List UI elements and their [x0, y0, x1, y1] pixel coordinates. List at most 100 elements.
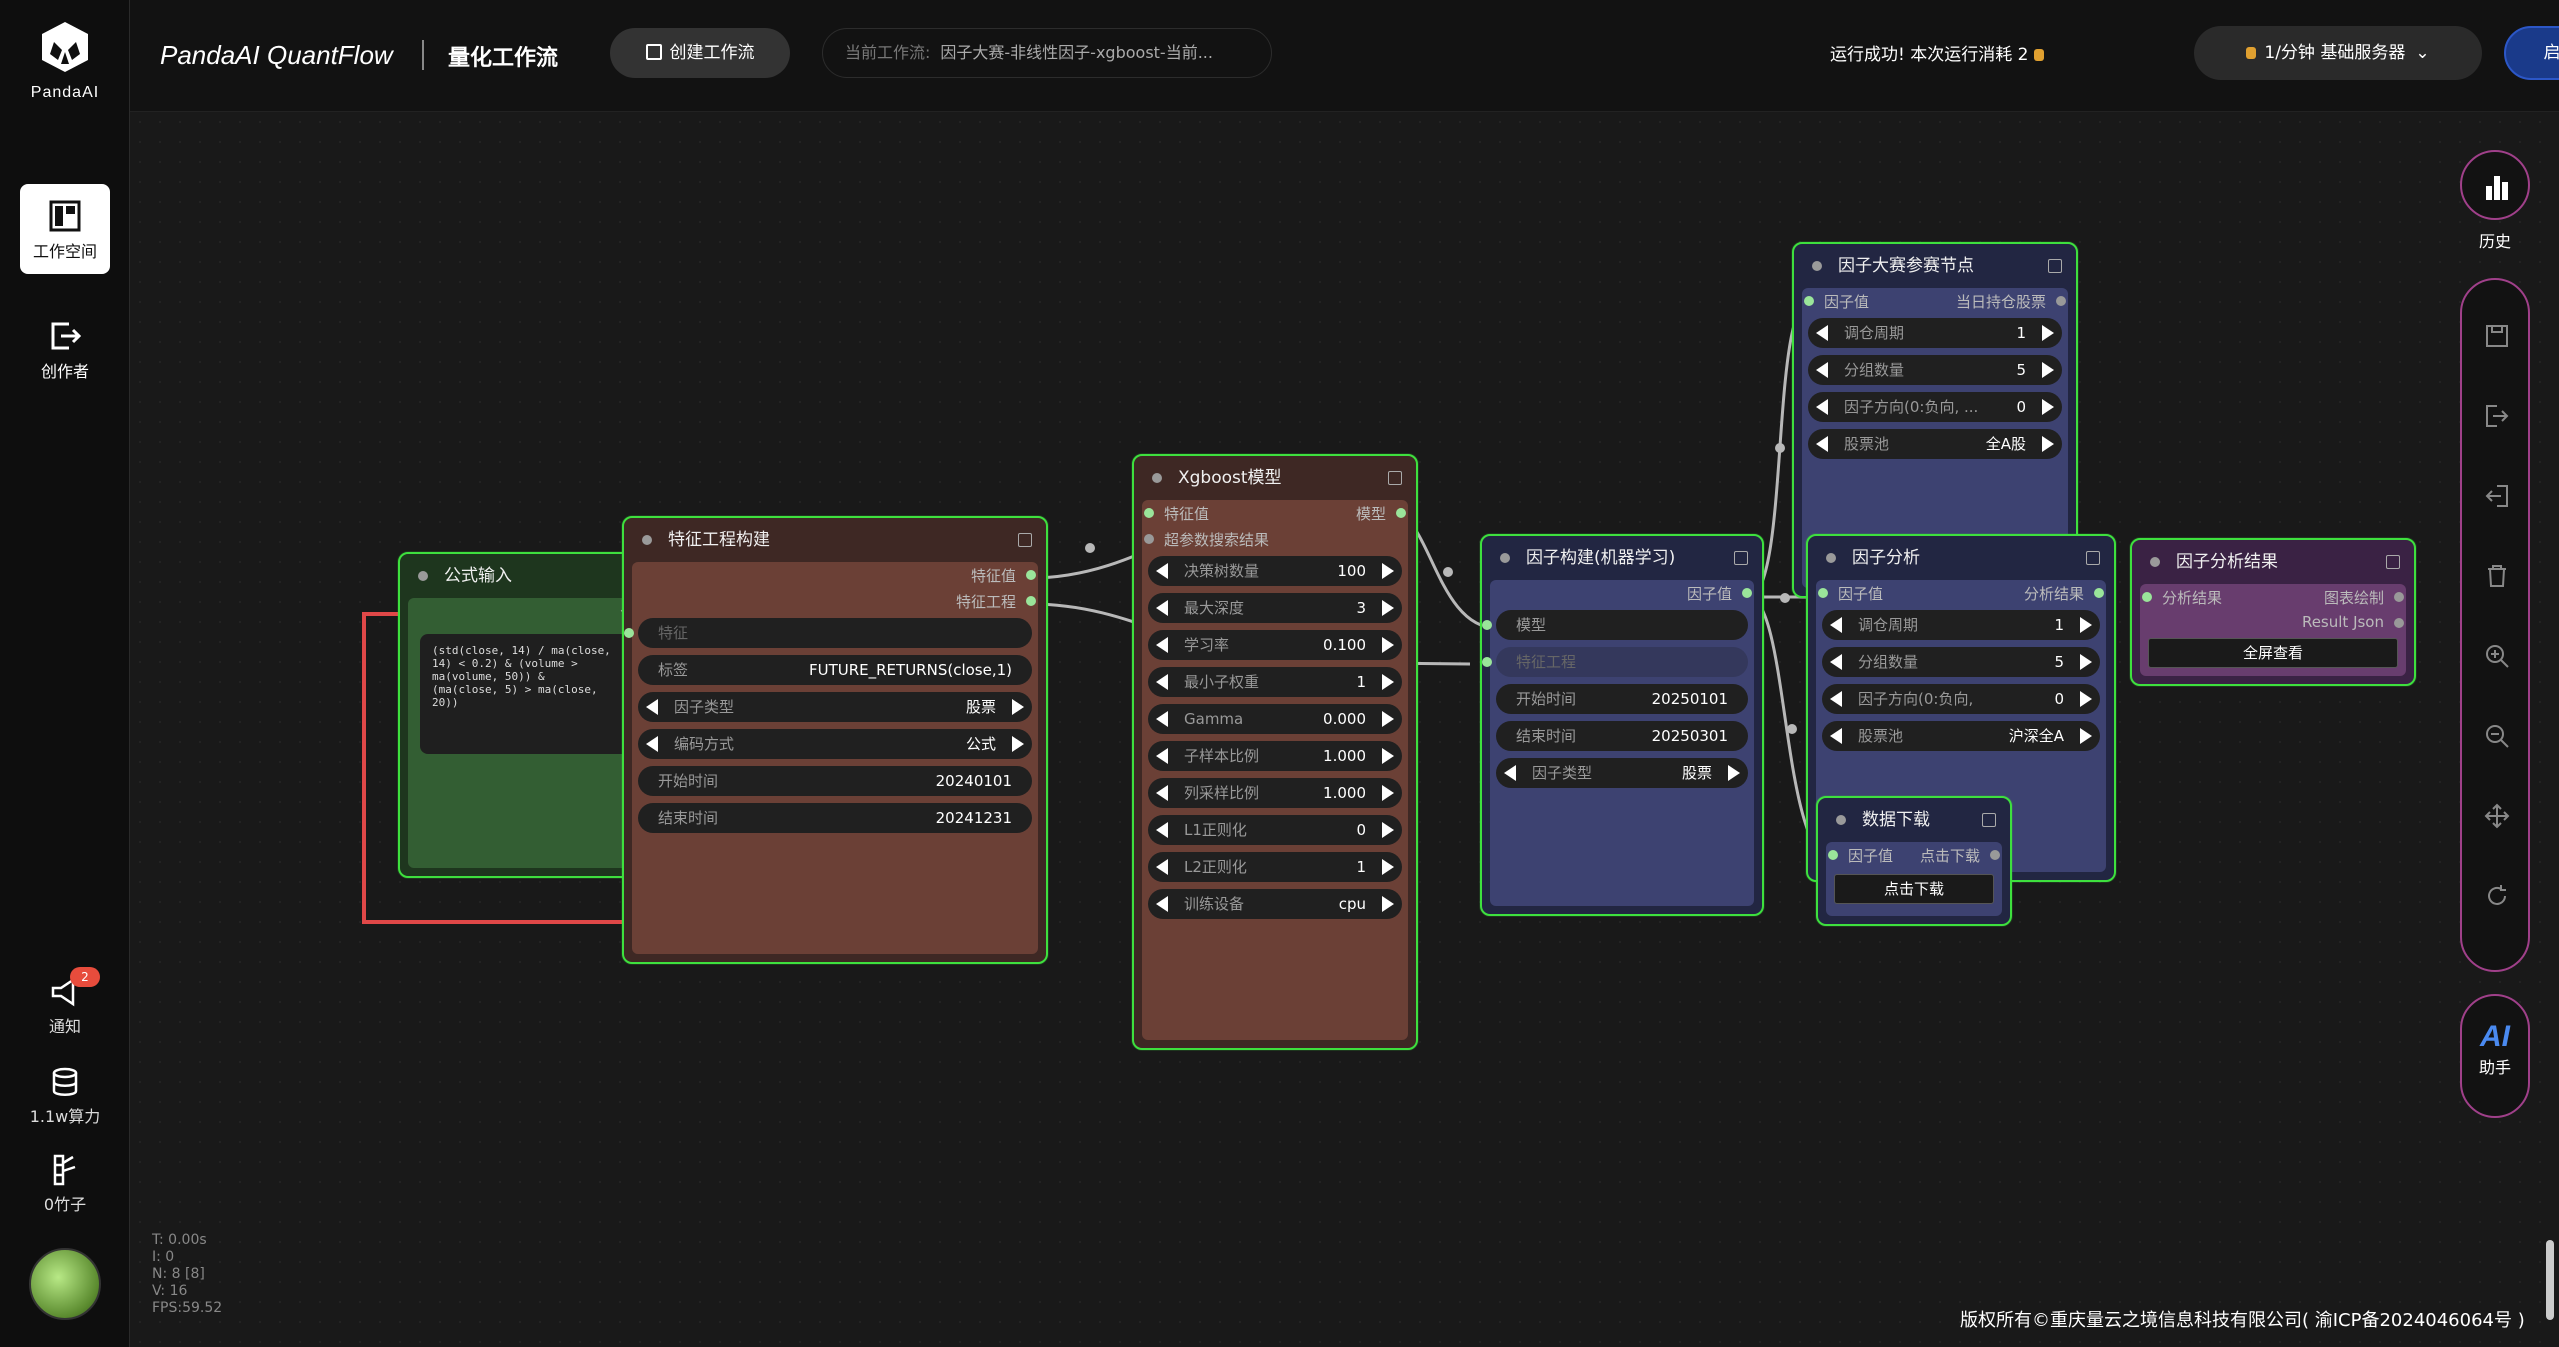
- node-factor-build-ml[interactable]: 因子构建(机器学习) 因子值 模型 特征工程 开始时间 20250101 结束时…: [1480, 534, 1764, 916]
- port-pin[interactable]: [2094, 588, 2104, 598]
- input-port-feature-engineering[interactable]: 特征工程: [1482, 647, 1748, 677]
- workflow-canvas[interactable]: 公式输入 公式 (std(close, 14) / ma(close, 14) …: [130, 112, 2559, 1347]
- arrow-right-icon[interactable]: [2080, 654, 2092, 670]
- node-xgboost-model[interactable]: Xgboost模型 特征值 模型 超参数搜索结果 决策树数量 100 最大深度 3 学习…: [1132, 454, 1418, 1050]
- user-avatar[interactable]: [29, 1248, 101, 1320]
- input-port-factor-value[interactable]: 因子值 点击下载: [1826, 842, 2002, 868]
- param-stepper[interactable]: 分组数量 5: [1822, 647, 2100, 677]
- arrow-left-icon[interactable]: [1156, 785, 1168, 801]
- arrow-right-icon[interactable]: [2080, 617, 2092, 633]
- port-pin[interactable]: [1818, 588, 1828, 598]
- bamboo-button[interactable]: 0竹子: [0, 1153, 130, 1215]
- start-date-field[interactable]: 开始时间 20250101: [1496, 684, 1748, 714]
- port-pin[interactable]: [2394, 592, 2404, 602]
- arrow-right-icon[interactable]: [1382, 637, 1394, 653]
- output-port-feature-engineering[interactable]: 特征工程: [632, 588, 1038, 614]
- encoding-combo[interactable]: 编码方式 公式: [638, 729, 1032, 759]
- edit-icon[interactable]: [2048, 259, 2062, 273]
- trash-icon[interactable]: [2483, 562, 2511, 590]
- input-port-factor-value[interactable]: 因子值 分析结果: [1816, 580, 2106, 606]
- port-pin[interactable]: [1144, 534, 1154, 544]
- port-pin[interactable]: [2394, 618, 2404, 628]
- node-data-download[interactable]: 数据下载 因子值 点击下载 点击下载: [1816, 796, 2012, 926]
- arrow-left-icon[interactable]: [646, 736, 658, 752]
- save-icon[interactable]: [2483, 322, 2511, 350]
- server-select[interactable]: 1/分钟 基础服务器 ⌄: [2194, 26, 2482, 80]
- output-port-result-json[interactable]: Result Json: [2140, 610, 2406, 636]
- logo[interactable]: PandaAI: [0, 20, 130, 102]
- output-port-feature-value[interactable]: 特征值: [632, 562, 1038, 588]
- create-workflow-button[interactable]: 创建工作流: [610, 28, 790, 78]
- param-stepper[interactable]: 分组数量 5: [1808, 355, 2062, 385]
- arrow-left-icon[interactable]: [1816, 362, 1828, 378]
- node-collapse-dot[interactable]: [1836, 815, 1846, 825]
- node-feature-engineering[interactable]: 特征工程构建 特征值 特征工程 特征 标签 FUTURE_RETURNS(clo…: [622, 516, 1048, 964]
- refresh-icon[interactable]: [2483, 882, 2511, 910]
- notice-button[interactable]: 2 通知: [0, 967, 130, 1037]
- factor-type-combo[interactable]: 因子类型 股票: [638, 692, 1032, 722]
- node-collapse-dot[interactable]: [1826, 553, 1836, 563]
- param-stepper[interactable]: 决策树数量 100: [1148, 556, 1402, 586]
- arrow-left-icon[interactable]: [1156, 859, 1168, 875]
- arrow-right-icon[interactable]: [1382, 785, 1394, 801]
- input-port-hyperparam[interactable]: 超参数搜索结果: [1142, 526, 1408, 552]
- param-stepper[interactable]: L2正则化 1: [1148, 852, 1402, 882]
- zoom-in-icon[interactable]: [2483, 642, 2511, 670]
- node-title[interactable]: 因子大赛参赛节点: [1794, 244, 2076, 288]
- move-icon[interactable]: [2483, 802, 2511, 830]
- arrow-left-icon[interactable]: [1156, 822, 1168, 838]
- arrow-right-icon[interactable]: [1382, 748, 1394, 764]
- history-button[interactable]: [2460, 150, 2530, 220]
- node-title[interactable]: 因子分析: [1808, 536, 2114, 580]
- current-workflow[interactable]: 当前工作流: 因子大赛-非线性因子-xgboost-当前...: [822, 28, 1272, 78]
- arrow-right-icon[interactable]: [1382, 822, 1394, 838]
- param-stepper[interactable]: 因子方向(0:负向, 0: [1822, 684, 2100, 714]
- param-stepper[interactable]: L1正则化 0: [1148, 815, 1402, 845]
- port-pin[interactable]: [1482, 657, 1492, 667]
- arrow-right-icon[interactable]: [1382, 711, 1394, 727]
- input-port-analysis-result[interactable]: 分析结果 图表绘制: [2140, 584, 2406, 610]
- fullscreen-view-button[interactable]: 全屏查看: [2148, 638, 2398, 668]
- param-stepper[interactable]: 训练设备 cpu: [1148, 889, 1402, 919]
- sidebar-item-workspace[interactable]: 工作空间: [20, 184, 110, 274]
- param-stepper[interactable]: 最大深度 3: [1148, 593, 1402, 623]
- import-icon[interactable]: [2483, 482, 2511, 510]
- arrow-left-icon[interactable]: [1830, 617, 1842, 633]
- arrow-right-icon[interactable]: [1382, 600, 1394, 616]
- arrow-right-icon[interactable]: [1382, 563, 1394, 579]
- param-stepper[interactable]: 调仓周期 1: [1822, 610, 2100, 640]
- node-title[interactable]: Xgboost模型: [1134, 456, 1416, 500]
- scrollbar-thumb[interactable]: [2546, 1240, 2554, 1320]
- node-title[interactable]: 数据下载: [1818, 798, 2010, 842]
- node-collapse-dot[interactable]: [1152, 473, 1162, 483]
- arrow-left-icon[interactable]: [1156, 748, 1168, 764]
- arrow-right-icon[interactable]: [1012, 699, 1024, 715]
- param-stepper[interactable]: Gamma 0.000: [1148, 704, 1402, 734]
- arrow-right-icon[interactable]: [2042, 436, 2054, 452]
- output-port-factor-value[interactable]: 因子值: [1490, 580, 1754, 606]
- arrow-left-icon[interactable]: [1816, 436, 1828, 452]
- param-stepper[interactable]: 列采样比例 1.000: [1148, 778, 1402, 808]
- arrow-left-icon[interactable]: [1504, 765, 1516, 781]
- node-title[interactable]: 因子分析结果: [2132, 540, 2414, 584]
- start-date-field[interactable]: 开始时间 20240101: [638, 766, 1032, 796]
- port-pin[interactable]: [1742, 588, 1752, 598]
- param-stepper[interactable]: 股票池 沪深全A: [1822, 721, 2100, 751]
- formula-textarea[interactable]: (std(close, 14) / ma(close, 14) < 0.2) &…: [420, 634, 644, 754]
- port-pin[interactable]: [2056, 296, 2066, 306]
- arrow-left-icon[interactable]: [1156, 711, 1168, 727]
- param-stepper[interactable]: 调仓周期 1: [1808, 318, 2062, 348]
- zoom-out-icon[interactable]: [2483, 722, 2511, 750]
- arrow-left-icon[interactable]: [1156, 637, 1168, 653]
- input-port-model[interactable]: 模型: [1482, 610, 1748, 640]
- arrow-right-icon[interactable]: [2080, 728, 2092, 744]
- param-stepper[interactable]: 最小子权重 1: [1148, 667, 1402, 697]
- arrow-left-icon[interactable]: [1830, 654, 1842, 670]
- node-collapse-dot[interactable]: [2150, 557, 2160, 567]
- arrow-right-icon[interactable]: [1382, 859, 1394, 875]
- end-date-field[interactable]: 结束时间 20250301: [1496, 721, 1748, 751]
- arrow-left-icon[interactable]: [1156, 896, 1168, 912]
- arrow-left-icon[interactable]: [1830, 728, 1842, 744]
- download-button[interactable]: 点击下载: [1834, 874, 1994, 904]
- arrow-right-icon[interactable]: [1728, 765, 1740, 781]
